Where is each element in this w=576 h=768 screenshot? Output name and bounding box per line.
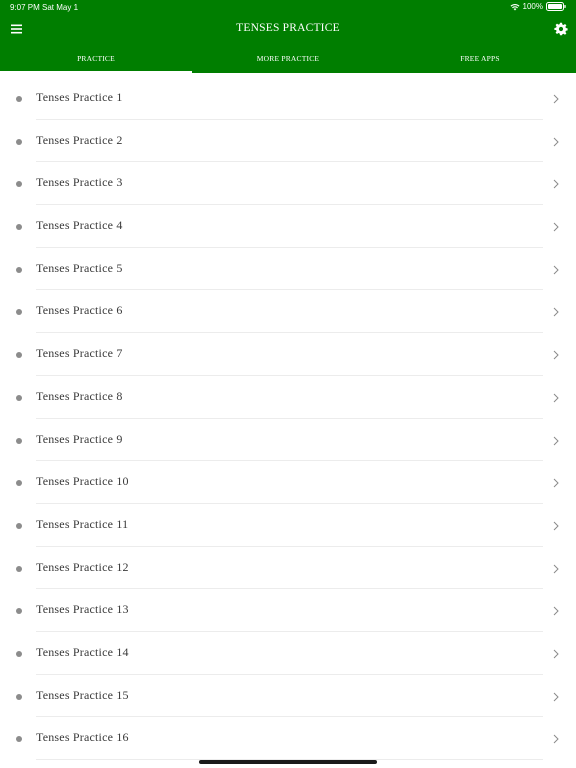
status-bar: 9:07 PM Sat May 1 100%: [0, 0, 576, 14]
list-item[interactable]: Tenses Practice 5: [0, 248, 576, 291]
status-date: Sat May 1: [42, 3, 79, 12]
bullet-icon: [16, 138, 22, 145]
wifi-icon: [510, 3, 520, 10]
bullet-icon: [16, 736, 22, 743]
chevron-right-icon: [553, 436, 559, 445]
chevron-right-icon: [553, 649, 559, 659]
chevron-right-icon: [553, 222, 559, 232]
bullet-icon: [16, 437, 22, 444]
bullet-icon: [16, 693, 22, 700]
list-item-label: Tenses Practice 2: [36, 132, 123, 147]
tab-free-apps[interactable]: FREE APPS: [384, 48, 576, 73]
bullet-icon: [16, 224, 22, 231]
bullet-icon: [16, 565, 22, 572]
page-title: TENSES PRACTICE: [236, 22, 340, 34]
chevron-right-icon: [553, 180, 559, 189]
list-item-label: Tenses Practice 1: [36, 90, 123, 104]
bullet-icon: [16, 608, 22, 615]
list-item-label: Tenses Practice 10: [36, 474, 129, 489]
status-time: 9:07 PM: [10, 3, 40, 12]
app-header: 9:07 PM Sat May 1 100% TENSES PRACTICE P…: [0, 0, 576, 73]
list-item[interactable]: Tenses Practice 15: [0, 675, 576, 718]
list-item-label: Tenses Practice 8: [36, 388, 123, 403]
list-item-label: Tenses Practice 16: [36, 730, 129, 745]
bullet-icon: [16, 96, 22, 102]
bullet-icon: [16, 266, 22, 273]
chevron-right-icon: [553, 393, 559, 403]
list-item[interactable]: Tenses Practice 2: [0, 120, 576, 163]
bullet-icon: [16, 352, 22, 359]
tab-bar: PRACTICE MORE PRACTICE FREE APPS: [0, 48, 576, 73]
list-item-label: Tenses Practice 11: [36, 516, 129, 531]
bullet-icon: [16, 181, 22, 188]
list-item[interactable]: Tenses Practice 14: [0, 632, 576, 675]
list-item-label: Tenses Practice 14: [36, 644, 129, 659]
list-item-label: Tenses Practice 6: [36, 303, 123, 318]
chevron-right-icon: [553, 308, 559, 317]
list-item[interactable]: Tenses Practice 8: [0, 376, 576, 419]
list-item-label: Tenses Practice 15: [36, 687, 129, 702]
chevron-right-icon: [553, 521, 559, 531]
chevron-right-icon: [553, 137, 559, 147]
list-item-label: Tenses Practice 12: [36, 559, 129, 574]
list-item[interactable]: Tenses Practice 13: [0, 589, 576, 632]
list-item[interactable]: Tenses Practice 3: [0, 162, 576, 206]
home-indicator[interactable]: [199, 760, 377, 764]
list-item[interactable]: Tenses Practice 9: [0, 419, 576, 462]
list-item[interactable]: Tenses Practice 11: [0, 504, 576, 547]
list-item[interactable]: Tenses Practice 6: [0, 290, 576, 334]
chevron-right-icon: [553, 94, 559, 104]
list-item[interactable]: Tenses Practice 10: [0, 461, 576, 504]
tab-practice[interactable]: PRACTICE: [0, 48, 192, 73]
bullet-icon: [16, 522, 22, 529]
chevron-right-icon: [553, 478, 559, 488]
chevron-right-icon: [553, 564, 559, 573]
chevron-right-icon: [553, 734, 559, 744]
list-item-label: Tenses Practice 4: [36, 218, 123, 233]
chevron-right-icon: [553, 265, 559, 275]
list-item[interactable]: Tenses Practice 4: [0, 205, 576, 248]
practice-list: Tenses Practice 1 Tenses Practice 2 Tens…: [0, 77, 576, 760]
battery-icon: [546, 2, 566, 11]
list-item[interactable]: Tenses Practice 1: [0, 77, 576, 120]
bullet-icon: [16, 309, 22, 316]
chevron-right-icon: [553, 692, 559, 701]
bullet-icon: [16, 394, 22, 401]
bullet-icon: [16, 650, 22, 657]
list-item[interactable]: Tenses Practice 7: [0, 333, 576, 376]
list-item-label: Tenses Practice 13: [36, 602, 129, 617]
list-item-label: Tenses Practice 3: [36, 175, 123, 190]
list-item-label: Tenses Practice 5: [36, 260, 123, 275]
list-item[interactable]: Tenses Practice 16: [0, 717, 576, 760]
chevron-right-icon: [553, 350, 559, 360]
list-item[interactable]: Tenses Practice 12: [0, 547, 576, 590]
battery-percent: 100%: [522, 2, 543, 11]
bullet-icon: [16, 480, 22, 487]
gear-icon[interactable]: [554, 22, 568, 36]
list-item-label: Tenses Practice 9: [36, 431, 123, 446]
list-item-label: Tenses Practice 7: [36, 346, 123, 361]
status-indicators: 100%: [510, 2, 566, 11]
chevron-right-icon: [553, 606, 559, 616]
tab-more-practice[interactable]: MORE PRACTICE: [192, 48, 384, 73]
